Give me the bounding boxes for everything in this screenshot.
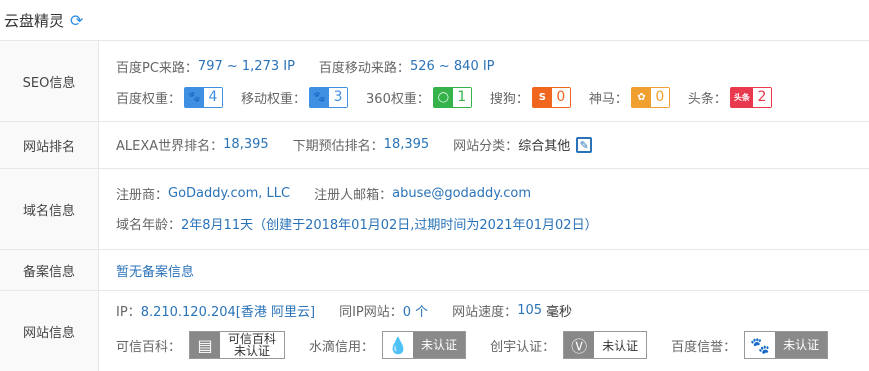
ip-value[interactable]: 8.210.120.204[香港 阿里云] bbox=[141, 301, 315, 320]
certs-line: 可信百科： ▤ 可信百科 未认证 水滴信用： 💧 未认证 创宇认证： Ⓥ 未认证… bbox=[116, 331, 829, 359]
registrar-value[interactable]: GoDaddy.com, LLC bbox=[168, 186, 290, 201]
icp-label: 备案信息 bbox=[0, 250, 99, 290]
water-cert-badge[interactable]: 💧 未认证 bbox=[382, 331, 467, 359]
wiki-cert-label: 可信百科： bbox=[116, 339, 182, 355]
mobile-source-label: 百度移动来路： bbox=[318, 61, 410, 76]
next-rank-label: 下期预估排名： bbox=[292, 139, 384, 154]
same-ip-label: 同IP网站： bbox=[339, 305, 403, 320]
alexa-label: ALEXA世界排名： bbox=[116, 139, 224, 154]
360-weight-value: 1 bbox=[452, 88, 471, 107]
site-label: 网站信息 bbox=[0, 291, 99, 371]
shield-v-icon: Ⓥ bbox=[564, 332, 595, 358]
mobile-weight-value: 3 bbox=[329, 88, 348, 107]
registrar-line: 注册商： GoDaddy.com, LLC 注册人邮箱： abuse@godad… bbox=[116, 184, 531, 203]
rank-row: 网站排名 ALEXA世界排名： 18,395 下期预估排名： 18,395 网站… bbox=[0, 122, 869, 169]
domain-age-label: 域名年龄： bbox=[116, 218, 182, 233]
domain-age-line: 域名年龄： 2年8月11天（创建于2018年01月02日,过期时间为2021年0… bbox=[116, 214, 598, 233]
sogou-weight-value: 0 bbox=[551, 88, 570, 107]
app-title: 云盘精灵 bbox=[4, 11, 65, 30]
toutiao-icon: 头条 bbox=[730, 88, 753, 107]
shenma-icon: ✿ bbox=[631, 88, 651, 107]
speed-label: 网站速度： bbox=[452, 305, 518, 320]
refresh-icon[interactable]: ⟳ bbox=[70, 11, 83, 30]
category-value: 综合其他 bbox=[518, 139, 571, 154]
site-row: 网站信息 IP： 8.210.120.204[香港 阿里云] 同IP网站： 0 … bbox=[0, 291, 869, 371]
mobile-source-value[interactable]: 526 ~ 840 IP bbox=[410, 59, 495, 74]
sogou-weight-label: 搜狗： bbox=[489, 92, 529, 107]
icp-row: 备案信息 暂无备案信息 bbox=[0, 250, 869, 291]
seo-traffic-line: 百度PC来路： 797 ~ 1,273 IP 百度移动来路： 526 ~ 840… bbox=[116, 57, 495, 76]
baidu-credit-badge[interactable]: 🐾 未认证 bbox=[744, 331, 829, 359]
ip-label: IP： bbox=[116, 305, 141, 320]
pc-source-value[interactable]: 797 ~ 1,273 IP bbox=[198, 59, 295, 74]
wiki-cert-line2: 未认证 bbox=[234, 344, 271, 358]
domain-label: 域名信息 bbox=[0, 169, 99, 249]
toutiao-weight-badge[interactable]: 头条 2 bbox=[729, 87, 772, 108]
next-rank-value[interactable]: 18,395 bbox=[384, 137, 430, 152]
icp-value[interactable]: 暂无备案信息 bbox=[116, 261, 194, 280]
toutiao-weight-label: 头条： bbox=[687, 92, 727, 107]
rank-line: ALEXA世界排名： 18,395 下期预估排名： 18,395 网站分类： 综… bbox=[116, 135, 593, 154]
ip-line: IP： 8.210.120.204[香港 阿里云] 同IP网站： 0 个 网站速… bbox=[116, 301, 572, 320]
chuangyu-cert-label: 创宇认证： bbox=[490, 339, 556, 355]
wiki-icon: ▤ bbox=[190, 332, 221, 358]
chuangyu-cert-badge[interactable]: Ⓥ 未认证 bbox=[563, 331, 648, 359]
baidu-credit-label: 百度信誉： bbox=[671, 339, 737, 355]
baidu-credit-text: 未认证 bbox=[775, 332, 828, 358]
edit-icon[interactable]: ✎ bbox=[576, 136, 593, 153]
rank-label: 网站排名 bbox=[0, 122, 99, 168]
baidu-weight-label: 百度权重： bbox=[116, 92, 182, 107]
same-ip-value[interactable]: 0 个 bbox=[403, 301, 428, 320]
alexa-value[interactable]: 18,395 bbox=[223, 137, 269, 152]
sogou-weight-badge[interactable]: S 0 bbox=[531, 87, 571, 108]
360-weight-label: 360权重： bbox=[366, 92, 430, 107]
speed-unit: 毫秒 bbox=[546, 305, 573, 320]
water-cert-text: 未认证 bbox=[413, 332, 466, 358]
baidu-paw-icon: 🐾 bbox=[310, 88, 330, 107]
mobile-weight-badge[interactable]: 🐾 3 bbox=[309, 87, 349, 108]
wiki-cert-badge[interactable]: ▤ 可信百科 未认证 bbox=[189, 331, 286, 359]
mobile-weight-label: 移动权重： bbox=[241, 92, 307, 107]
shenma-weight-value: 0 bbox=[650, 88, 669, 107]
wiki-cert-text: 可信百科 未认证 bbox=[220, 333, 284, 357]
chuangyu-cert-text: 未认证 bbox=[602, 338, 639, 353]
registrar-label: 注册商： bbox=[116, 188, 169, 203]
speed-value: 105 bbox=[517, 303, 543, 318]
baidu-weight-badge[interactable]: 🐾 4 bbox=[184, 87, 224, 108]
shenma-weight-badge[interactable]: ✿ 0 bbox=[630, 87, 670, 108]
baidu-weight-value: 4 bbox=[204, 88, 223, 107]
app-header: 云盘精灵 ⟳ bbox=[0, 0, 869, 41]
360-weight-badge[interactable]: ◯ 1 bbox=[432, 87, 472, 108]
domain-age-value[interactable]: 2年8月11天（创建于2018年01月02日,过期时间为2021年01月02日） bbox=[181, 214, 598, 233]
baidu-paw-icon: 🐾 bbox=[745, 332, 776, 358]
water-cert-label: 水滴信用： bbox=[309, 339, 375, 355]
registrant-email-value[interactable]: abuse@godaddy.com bbox=[392, 186, 531, 201]
baidu-paw-icon: 🐾 bbox=[185, 88, 205, 107]
pc-source-label: 百度PC来路： bbox=[116, 61, 198, 76]
registrant-email-label: 注册人邮箱： bbox=[314, 188, 393, 203]
seo-weights-line: 百度权重： 🐾 4 移动权重： 🐾 3 360权重： ◯ 1 搜狗： S 0 神… bbox=[116, 87, 772, 108]
category-label: 网站分类： bbox=[453, 139, 519, 154]
360-icon: ◯ bbox=[433, 88, 453, 107]
seo-label: SEO信息 bbox=[0, 41, 99, 121]
sogou-icon: S bbox=[532, 88, 552, 107]
toutiao-weight-value: 2 bbox=[752, 88, 771, 107]
water-drop-icon: 💧 bbox=[383, 332, 414, 358]
shenma-weight-label: 神马： bbox=[588, 92, 628, 107]
domain-row: 域名信息 注册商： GoDaddy.com, LLC 注册人邮箱： abuse@… bbox=[0, 169, 869, 250]
seo-row: SEO信息 百度PC来路： 797 ~ 1,273 IP 百度移动来路： 526… bbox=[0, 41, 869, 122]
icp-line: 暂无备案信息 bbox=[116, 261, 194, 280]
